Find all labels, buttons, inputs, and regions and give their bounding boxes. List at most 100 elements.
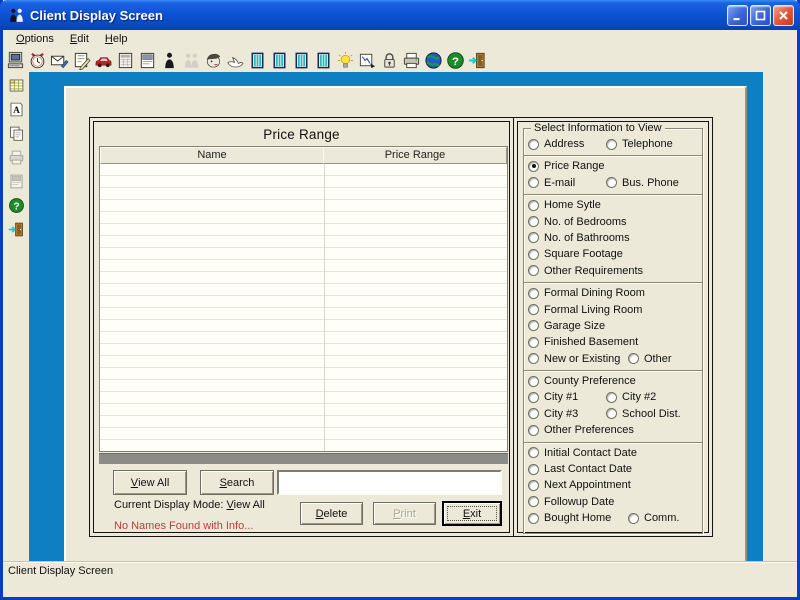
radio-square-footage[interactable]: Square Footage — [528, 248, 623, 260]
menu-help[interactable]: Help — [97, 32, 136, 47]
radio-button-icon[interactable] — [528, 288, 539, 299]
radio-button-icon[interactable] — [628, 513, 639, 524]
radio-button-icon[interactable] — [606, 408, 617, 419]
printer-icon[interactable] — [400, 49, 422, 71]
building-icon-2[interactable] — [268, 49, 290, 71]
radio-button-icon[interactable] — [528, 392, 539, 403]
radio-other-preferences[interactable]: Other Preferences — [528, 424, 634, 436]
radio-bus-phone[interactable]: Bus. Phone — [606, 177, 679, 189]
edit-note-icon[interactable] — [70, 49, 92, 71]
radio-initial-contact-date[interactable]: Initial Contact Date — [528, 447, 637, 459]
radio-label: Initial Contact Date — [544, 447, 637, 459]
clipboard-icon[interactable] — [6, 124, 26, 143]
radio-formal-dining-room[interactable]: Formal Dining Room — [528, 287, 645, 299]
radio-other[interactable]: Other — [628, 353, 672, 365]
clock-icon[interactable] — [26, 49, 48, 71]
document-icon[interactable] — [136, 49, 158, 71]
radio-button-icon[interactable] — [606, 139, 617, 150]
building-icon-4[interactable] — [312, 49, 334, 71]
delete-button[interactable]: Delete — [300, 502, 363, 525]
radio-button-icon[interactable] — [528, 464, 539, 475]
bird-icon[interactable] — [224, 49, 246, 71]
radio-new-or-existing[interactable]: New or Existing — [528, 353, 620, 365]
radio-no-of-bedrooms[interactable]: No. of Bedrooms — [528, 216, 627, 228]
radio-comm[interactable]: Comm. — [628, 512, 679, 524]
radio-button-icon[interactable] — [528, 337, 539, 348]
radio-price-range[interactable]: Price Range — [528, 160, 605, 172]
radio-button-icon[interactable] — [528, 513, 539, 524]
close-button[interactable] — [773, 5, 794, 26]
radio-e-mail[interactable]: E-mail — [528, 177, 575, 189]
radio-garage-size[interactable]: Garage Size — [528, 320, 605, 332]
menu-options[interactable]: Options — [8, 32, 62, 47]
radio-button-icon[interactable] — [628, 353, 639, 364]
building-icon-3[interactable] — [290, 49, 312, 71]
radio-button-icon[interactable] — [528, 139, 539, 150]
radio-city-1[interactable]: City #1 — [528, 391, 578, 403]
lock-icon[interactable] — [378, 49, 400, 71]
help-icon[interactable]: ? — [6, 196, 26, 215]
notepad-icon[interactable] — [114, 49, 136, 71]
help-icon[interactable]: ? — [444, 49, 466, 71]
radio-button-icon[interactable] — [528, 320, 539, 331]
radio-button-icon[interactable] — [606, 392, 617, 403]
mail-icon[interactable] — [48, 49, 70, 71]
radio-button-icon[interactable] — [528, 265, 539, 276]
face-icon[interactable] — [202, 49, 224, 71]
grid-icon[interactable] — [6, 76, 26, 95]
radio-followup-date[interactable]: Followup Date — [528, 496, 614, 508]
globe-icon[interactable] — [422, 49, 444, 71]
exit-button[interactable]: Exit — [443, 502, 501, 525]
radio-button-icon[interactable] — [528, 447, 539, 458]
exit-door-icon[interactable] — [466, 49, 488, 71]
lightbulb-icon[interactable] — [334, 49, 356, 71]
building-icon-1[interactable] — [246, 49, 268, 71]
radio-button-icon[interactable] — [528, 200, 539, 211]
status-bar-text: Client Display Screen — [8, 565, 113, 577]
radio-no-of-bathrooms[interactable]: No. of Bathrooms — [528, 232, 630, 244]
search-button[interactable]: Search — [200, 470, 274, 495]
radio-school-dist[interactable]: School Dist. — [606, 408, 681, 420]
radio-button-icon[interactable] — [528, 304, 539, 315]
radio-finished-basement[interactable]: Finished Basement — [528, 336, 638, 348]
radio-city-2[interactable]: City #2 — [606, 391, 656, 403]
radio-button-icon[interactable] — [528, 496, 539, 507]
grid-hscrollbar[interactable] — [99, 453, 508, 464]
radio-button-icon[interactable] — [528, 425, 539, 436]
radio-label: Last Contact Date — [544, 463, 632, 475]
radio-address[interactable]: Address — [528, 138, 584, 150]
car-icon[interactable] — [92, 49, 114, 71]
radio-home-sytle[interactable]: Home Sytle — [528, 199, 601, 211]
minimize-button[interactable] — [727, 5, 748, 26]
radio-bought-home[interactable]: Bought Home — [528, 512, 611, 524]
radio-county-preference[interactable]: County Preference — [528, 375, 636, 387]
radio-label: City #1 — [544, 391, 578, 403]
radio-button-icon[interactable] — [528, 216, 539, 227]
computer-icon[interactable] — [4, 49, 26, 71]
radio-last-contact-date[interactable]: Last Contact Date — [528, 463, 632, 475]
radio-telephone[interactable]: Telephone — [606, 138, 673, 150]
radio-next-appointment[interactable]: Next Appointment — [528, 479, 631, 491]
radio-city-3[interactable]: City #3 — [528, 408, 578, 420]
chart-icon[interactable] — [356, 49, 378, 71]
exit-door-icon[interactable] — [6, 220, 26, 239]
view-all-button[interactable]: View All — [113, 470, 187, 495]
radio-button-icon[interactable] — [528, 249, 539, 260]
radio-button-icon[interactable] — [528, 408, 539, 419]
menu-edit[interactable]: Edit — [62, 32, 97, 47]
radio-button-icon[interactable] — [528, 376, 539, 387]
radio-button-icon[interactable] — [528, 353, 539, 364]
radio-row: Last Contact Date — [524, 462, 702, 478]
radio-button-icon[interactable] — [528, 161, 539, 172]
search-input[interactable] — [277, 470, 502, 495]
maximize-button[interactable] — [750, 5, 771, 26]
font-icon[interactable]: A — [6, 100, 26, 119]
radio-other-requirements[interactable]: Other Requirements — [528, 265, 643, 277]
person-icon[interactable] — [158, 49, 180, 71]
radio-button-icon[interactable] — [606, 177, 617, 188]
radio-button-icon[interactable] — [528, 480, 539, 491]
radio-formal-living-room[interactable]: Formal Living Room — [528, 304, 642, 316]
grid-body[interactable] — [100, 164, 507, 451]
radio-button-icon[interactable] — [528, 177, 539, 188]
radio-button-icon[interactable] — [528, 232, 539, 243]
